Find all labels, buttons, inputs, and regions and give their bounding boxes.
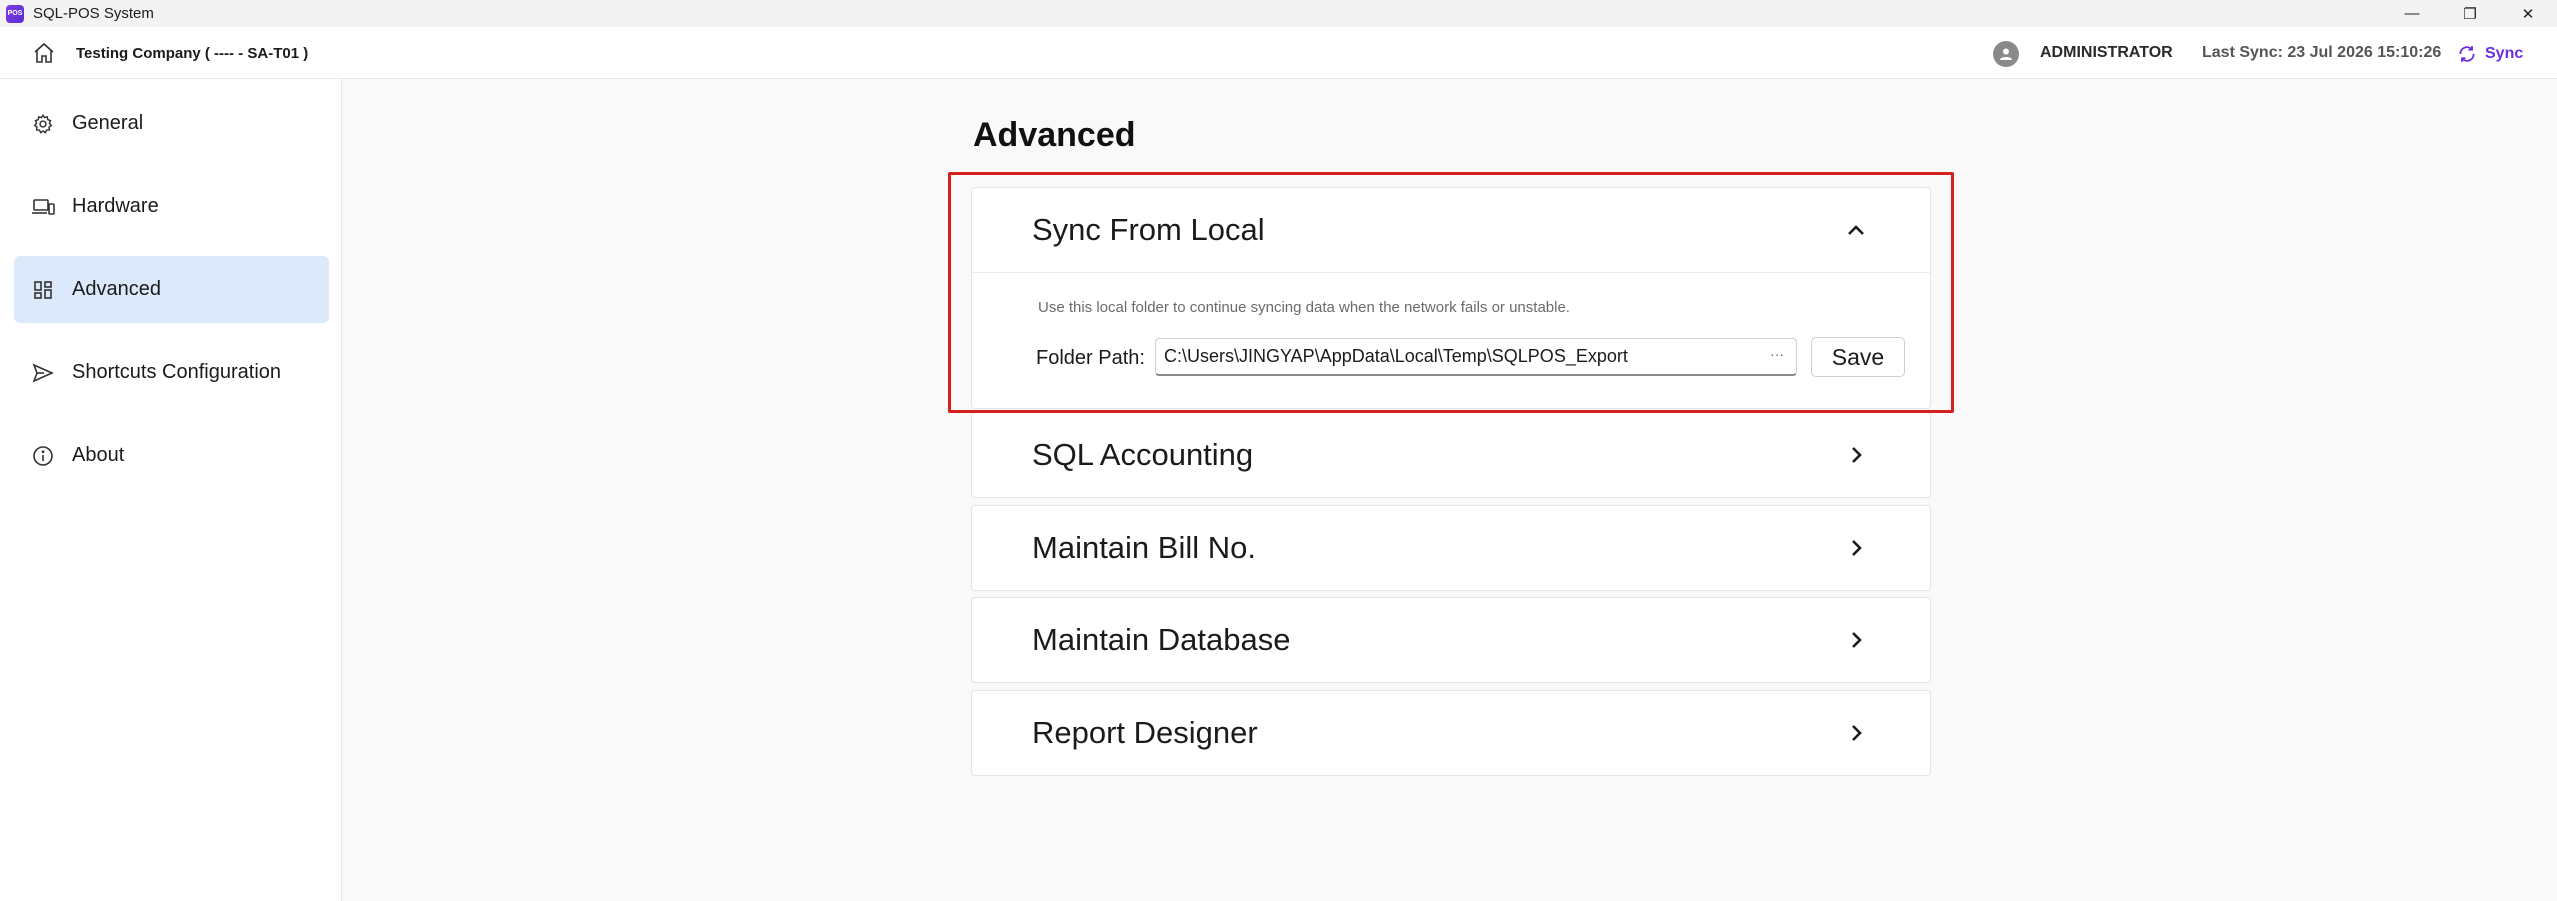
section-sync-from-local: Sync From Local Use this local folder to… [971, 187, 1931, 409]
section-header-maintain-bill-no[interactable]: Maintain Bill No. [972, 506, 1930, 590]
browse-folder-button[interactable]: ··· [1770, 346, 1784, 362]
section-maintain-database: Maintain Database [971, 597, 1931, 683]
section-title: Maintain Bill No. [1032, 530, 1256, 565]
grid-icon [30, 277, 56, 303]
section-title: Sync From Local [1032, 212, 1265, 247]
user-name: ADMINISTRATOR [2040, 44, 2173, 61]
avatar [1993, 41, 2019, 67]
home-icon[interactable] [32, 41, 56, 65]
save-button[interactable]: Save [1811, 337, 1905, 377]
section-header-sync-from-local[interactable]: Sync From Local [972, 188, 1930, 272]
chevron-right-icon [1852, 632, 1862, 648]
chevron-up-icon [1848, 225, 1864, 235]
sidebar-item-hardware[interactable]: Hardware [14, 173, 329, 240]
user-icon [2000, 48, 2012, 60]
sidebar-item-label: About [72, 444, 125, 466]
close-icon: ✕ [2521, 5, 2535, 23]
minimize-icon: — [2404, 5, 2420, 22]
last-sync-status: Last Sync: 23 Jul 2026 15:10:26 [2202, 44, 2442, 61]
restore-button[interactable]: ❐ [2441, 0, 2499, 27]
send-icon [30, 360, 56, 386]
section-header-maintain-database[interactable]: Maintain Database [972, 598, 1930, 682]
sidebar-item-label: General [72, 112, 144, 134]
sidebar-item-label: Advanced [72, 278, 161, 300]
section-sql-accounting: SQL Accounting [971, 412, 1931, 498]
section-title: Report Designer [1032, 715, 1258, 750]
company-name: Testing Company ( ---- - SA-T01 ) [76, 45, 309, 62]
section-title: Maintain Database [1032, 622, 1291, 657]
folder-path-field[interactable]: ··· [1155, 338, 1797, 376]
gear-icon [30, 111, 56, 137]
minimize-button[interactable]: — [2383, 0, 2441, 27]
section-title: SQL Accounting [1032, 437, 1254, 472]
sync-hint-text: Use this local folder to continue syncin… [1038, 299, 1570, 316]
sidebar-item-label: Shortcuts Configuration [72, 361, 282, 383]
sync-button[interactable]: Sync [2457, 39, 2523, 69]
section-header-report-designer[interactable]: Report Designer [972, 691, 1930, 775]
app-logo-text: POS [7, 10, 23, 17]
close-button[interactable]: ✕ [2499, 0, 2557, 27]
folder-path-label: Folder Path: [1036, 347, 1145, 369]
section-header-sql-accounting[interactable]: SQL Accounting [972, 413, 1930, 497]
app-logo-icon: POS [6, 4, 24, 23]
sync-icon [2459, 46, 2475, 62]
app-header: Testing Company ( ---- - SA-T01 ) ADMINI… [0, 27, 2557, 79]
section-body-sync-from-local: Use this local folder to continue syncin… [972, 272, 1930, 408]
window-title: SQL-POS System [33, 5, 154, 22]
sidebar-item-shortcuts-configuration[interactable]: Shortcuts Configuration [14, 339, 329, 406]
window-controls: — ❐ ✕ [2383, 0, 2557, 27]
sidebar: General Hardware Advanced Shortcuts Conf… [0, 79, 342, 901]
sidebar-item-about[interactable]: About [14, 422, 329, 489]
sidebar-item-general[interactable]: General [14, 90, 329, 157]
chevron-right-icon [1852, 540, 1862, 556]
chevron-right-icon [1852, 447, 1862, 463]
sidebar-item-label: Hardware [72, 195, 159, 217]
devices-icon [30, 194, 56, 220]
chevron-right-icon [1852, 725, 1862, 741]
section-maintain-bill-no: Maintain Bill No. [971, 505, 1931, 591]
info-icon [30, 443, 56, 469]
restore-icon: ❐ [2463, 5, 2477, 23]
folder-path-input[interactable] [1164, 346, 1754, 367]
sync-label: Sync [2485, 45, 2524, 62]
title-bar: POS SQL-POS System — ❐ ✕ [0, 0, 2557, 27]
section-report-designer: Report Designer [971, 690, 1931, 776]
sidebar-item-advanced[interactable]: Advanced [14, 256, 329, 323]
page-title: Advanced [973, 116, 1136, 154]
